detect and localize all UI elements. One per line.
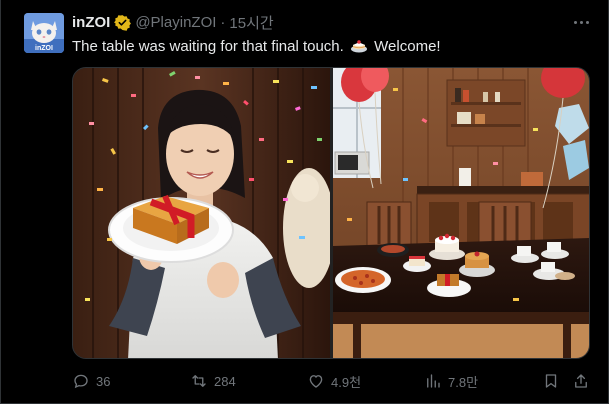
- reply-button[interactable]: 36: [72, 371, 110, 391]
- share-button[interactable]: [572, 371, 590, 391]
- like-icon: [307, 372, 325, 390]
- views-icon: [424, 372, 442, 390]
- post-text-main: The table was waiting for that final tou…: [72, 38, 344, 55]
- post-media[interactable]: [72, 67, 590, 359]
- post-text: The table was waiting for that final tou…: [72, 36, 441, 60]
- bookmark-icon: [542, 372, 560, 390]
- like-count: 4.9천: [331, 374, 362, 390]
- reply-icon: [72, 372, 90, 390]
- share-icon: [572, 372, 590, 390]
- repost-button[interactable]: 284: [190, 371, 236, 391]
- post-timestamp[interactable]: 15시간: [229, 12, 273, 33]
- reply-count: 36: [96, 373, 111, 389]
- bookmark-button[interactable]: [542, 371, 560, 391]
- media-image-dining-table[interactable]: [333, 68, 589, 358]
- verified-badge-icon[interactable]: [114, 14, 132, 31]
- more-options-icon[interactable]: [571, 14, 591, 30]
- post-actions-bar: 36 284 4.9천 7.8만: [72, 371, 592, 391]
- avatar-logo-text: inZOI: [35, 45, 53, 52]
- cake-icon: [350, 36, 368, 60]
- like-button[interactable]: 4.9천: [307, 371, 361, 391]
- user-handle[interactable]: @PlayinZOI: [135, 14, 216, 31]
- header-separator: ·: [220, 13, 226, 31]
- repost-count: 284: [214, 373, 236, 389]
- repost-icon: [190, 372, 208, 390]
- views-button[interactable]: 7.8만: [424, 371, 478, 391]
- post-header: inZOI @PlayinZOI · 15시간: [72, 12, 274, 32]
- display-name[interactable]: inZOI: [72, 14, 110, 31]
- post-text-welcome: Welcome!: [374, 38, 441, 55]
- media-image-celebration[interactable]: [73, 68, 330, 358]
- avatar[interactable]: inZOI: [24, 13, 64, 53]
- post-card[interactable]: inZOI inZOI @PlayinZOI · 15시간 The table …: [0, 0, 609, 404]
- views-count: 7.8만: [448, 374, 479, 390]
